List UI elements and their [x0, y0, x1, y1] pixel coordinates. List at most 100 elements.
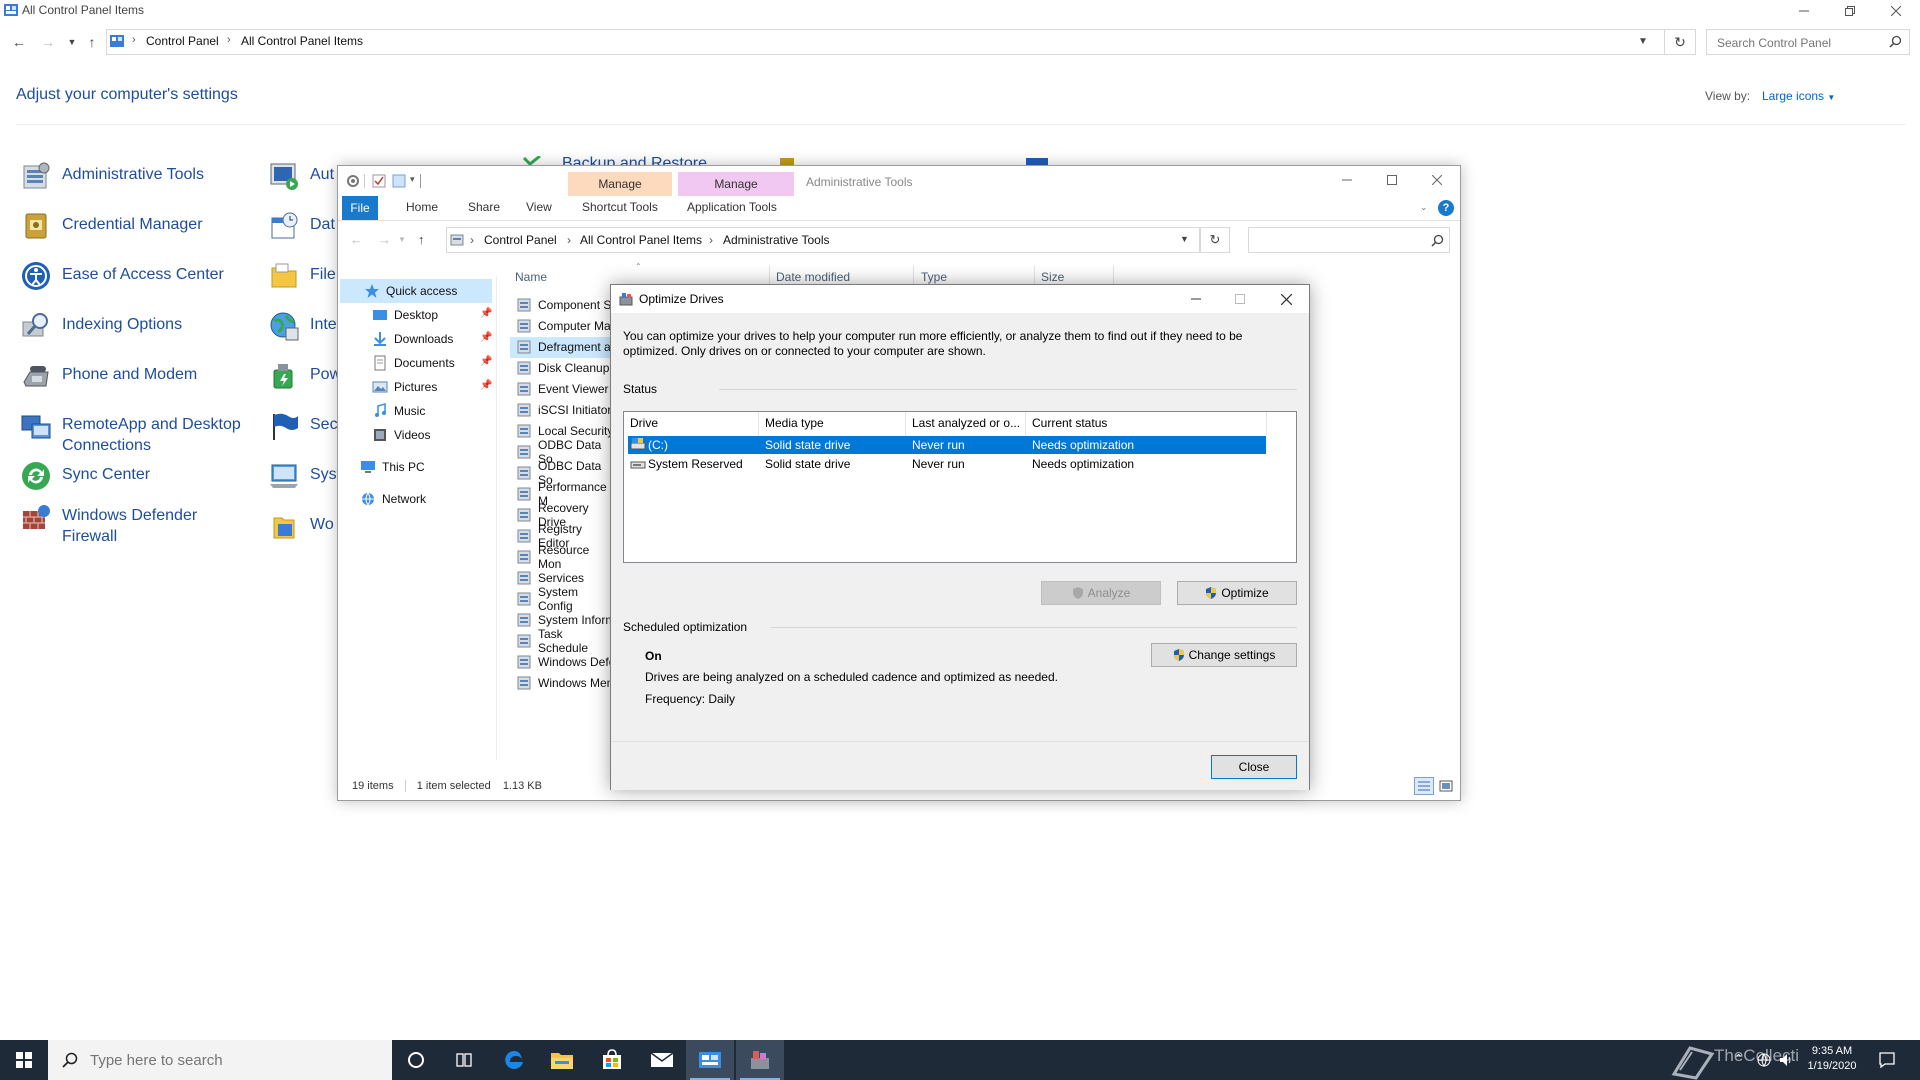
list-item[interactable]: Windows Defe [516, 651, 616, 672]
taskbar-clock[interactable]: 9:35 AM 1/19/2020 [1790, 1044, 1874, 1074]
action-center-button[interactable] [1878, 1051, 1896, 1069]
new-folder-icon[interactable] [392, 174, 406, 188]
column-header-media-type[interactable]: Media type [765, 416, 824, 430]
column-header-current-status[interactable]: Current status [1032, 416, 1107, 430]
help-button[interactable]: ? [1438, 200, 1454, 216]
context-tab-manage-shortcut[interactable]: Manage [568, 172, 672, 196]
cp-item-windows-defender-firewall[interactable]: Windows Defender Firewall [20, 501, 222, 547]
cp-item-administrative-tools[interactable]: Administrative Tools [20, 160, 204, 192]
explorer-close-button[interactable] [1432, 175, 1442, 185]
dialog-close-x-button[interactable] [1281, 294, 1292, 305]
context-tab-manage-application[interactable]: Manage [678, 172, 794, 196]
list-item[interactable]: Event Viewer [516, 378, 616, 399]
breadcrumb-all-items[interactable]: All Control Panel Items [241, 34, 363, 48]
cp-item-security-maintenance[interactable]: Sec [268, 410, 338, 442]
large-icons-view-button[interactable] [1438, 778, 1454, 794]
dialog-maximize-button[interactable] [1235, 294, 1245, 304]
dialog-minimize-button[interactable] [1191, 294, 1201, 304]
cp-item-system[interactable]: Syst [268, 460, 341, 492]
start-button[interactable] [0, 1040, 48, 1080]
cp-item-work-folders[interactable]: Wo [268, 510, 334, 542]
up-button[interactable]: ↑ [84, 34, 100, 50]
nav-documents[interactable]: Documents [372, 351, 455, 375]
tab-file[interactable]: File [342, 196, 378, 220]
list-item[interactable]: iSCSI Initiator [516, 399, 616, 420]
list-item[interactable]: Defragment a [516, 336, 616, 357]
expand-ribbon-button[interactable]: ⌄ [1420, 202, 1428, 213]
tab-view[interactable]: View [526, 200, 552, 214]
cp-item-internet-options[interactable]: Inte [268, 310, 337, 342]
cp-item-sync-center[interactable]: Sync Center [20, 460, 150, 492]
forward-button[interactable]: → [40, 34, 56, 50]
breadcrumb-control-panel[interactable]: Control Panel [146, 34, 219, 48]
cp-item-date-time[interactable]: Dat [268, 210, 335, 242]
list-item[interactable]: Windows Men [516, 672, 616, 693]
analyze-button[interactable]: Analyze [1041, 581, 1161, 605]
change-settings-button[interactable]: Change settings [1151, 643, 1297, 667]
search-box[interactable] [1706, 29, 1910, 55]
column-header-size[interactable]: Size [1041, 270, 1064, 284]
explorer-back-button[interactable]: ← [350, 232, 363, 247]
list-item[interactable]: System Config [516, 585, 616, 613]
explorer-maximize-button[interactable] [1387, 175, 1397, 185]
nav-desktop[interactable]: Desktop [372, 303, 438, 327]
cp-item-remoteapp[interactable]: RemoteApp and Desktop Connections [20, 410, 262, 456]
drive-row-system-reserved[interactable]: System Reserved Solid state drive Never … [628, 455, 1266, 473]
list-item[interactable]: Disk Cleanup [516, 357, 616, 378]
nav-music[interactable]: Music [372, 399, 425, 423]
recent-locations-button[interactable]: ▼ [64, 34, 80, 50]
taskbar-edge[interactable] [490, 1040, 538, 1080]
column-header-type[interactable]: Type [921, 270, 947, 284]
cp-item-file-explorer-options[interactable]: File [268, 260, 336, 292]
customize-toolbar-icon[interactable]: ▾ [410, 174, 415, 185]
taskbar-store[interactable] [588, 1040, 636, 1080]
nav-videos[interactable]: Videos [372, 423, 430, 447]
cp-item-ease-of-access[interactable]: Ease of Access Center [20, 260, 224, 292]
cp-item-indexing-options[interactable]: Indexing Options [20, 310, 182, 342]
tab-share[interactable]: Share [468, 200, 500, 214]
explorer-minimize-button[interactable] [1342, 175, 1352, 185]
address-dropdown-button[interactable]: ▼ [1638, 36, 1652, 50]
taskbar-mail[interactable] [638, 1040, 686, 1080]
view-by-dropdown[interactable]: Large icons ▼ [1762, 89, 1835, 103]
show-hidden-icons-button[interactable]: ⌃ [1734, 1052, 1743, 1065]
cp-item-power-options[interactable]: Pow [268, 360, 341, 392]
task-view-button[interactable] [440, 1040, 488, 1080]
taskbar-file-explorer[interactable] [538, 1040, 586, 1080]
drive-list[interactable]: Drive Media type Last analyzed or o... C… [623, 411, 1297, 563]
explorer-recent-button[interactable]: ▼ [398, 235, 406, 244]
nav-pictures[interactable]: Pictures [372, 375, 437, 399]
taskbar-search-box[interactable] [48, 1040, 392, 1080]
explorer-up-button[interactable]: ↑ [418, 232, 425, 247]
refresh-button[interactable]: ↻ [1664, 29, 1696, 55]
taskbar-control-panel[interactable] [686, 1040, 734, 1080]
nav-quick-access[interactable]: Quick access [364, 279, 457, 303]
explorer-address-dropdown[interactable]: ▼ [1180, 234, 1189, 244]
explorer-forward-button[interactable]: → [378, 232, 391, 247]
properties-icon[interactable] [346, 174, 360, 188]
cp-item-autoplay[interactable]: Aut [268, 160, 334, 192]
nav-downloads[interactable]: Downloads [372, 327, 453, 351]
column-header-name[interactable]: Name [515, 270, 547, 284]
tab-shortcut-tools[interactable]: Shortcut Tools [582, 200, 658, 214]
tab-home[interactable]: Home [406, 200, 438, 214]
restore-button[interactable] [1827, 0, 1873, 22]
list-item[interactable]: Task Schedule [516, 627, 616, 655]
tab-application-tools[interactable]: Application Tools [687, 200, 777, 214]
explorer-search-box[interactable] [1248, 227, 1450, 253]
nav-this-pc[interactable]: This PC [360, 455, 425, 479]
list-item[interactable]: Component S [516, 294, 616, 315]
ex-breadcrumb-all-items[interactable]: All Control Panel Items [580, 233, 702, 247]
optimize-button[interactable]: Optimize [1177, 581, 1297, 605]
minimize-button[interactable] [1781, 0, 1827, 22]
ex-breadcrumb-control-panel[interactable]: Control Panel [484, 233, 557, 247]
search-input[interactable] [1715, 35, 1879, 51]
back-button[interactable]: ← [11, 34, 27, 50]
cp-item-phone-and-modem[interactable]: Phone and Modem [20, 360, 197, 392]
drive-row-c[interactable]: (C:) Solid state drive Never run Needs o… [628, 436, 1266, 454]
network-status-button[interactable] [1756, 1052, 1772, 1068]
column-header-date-modified[interactable]: Date modified [776, 270, 850, 284]
details-view-button[interactable] [1414, 777, 1434, 795]
taskbar-optimize-drives[interactable] [736, 1040, 784, 1080]
taskbar-search-input[interactable] [88, 1051, 382, 1070]
